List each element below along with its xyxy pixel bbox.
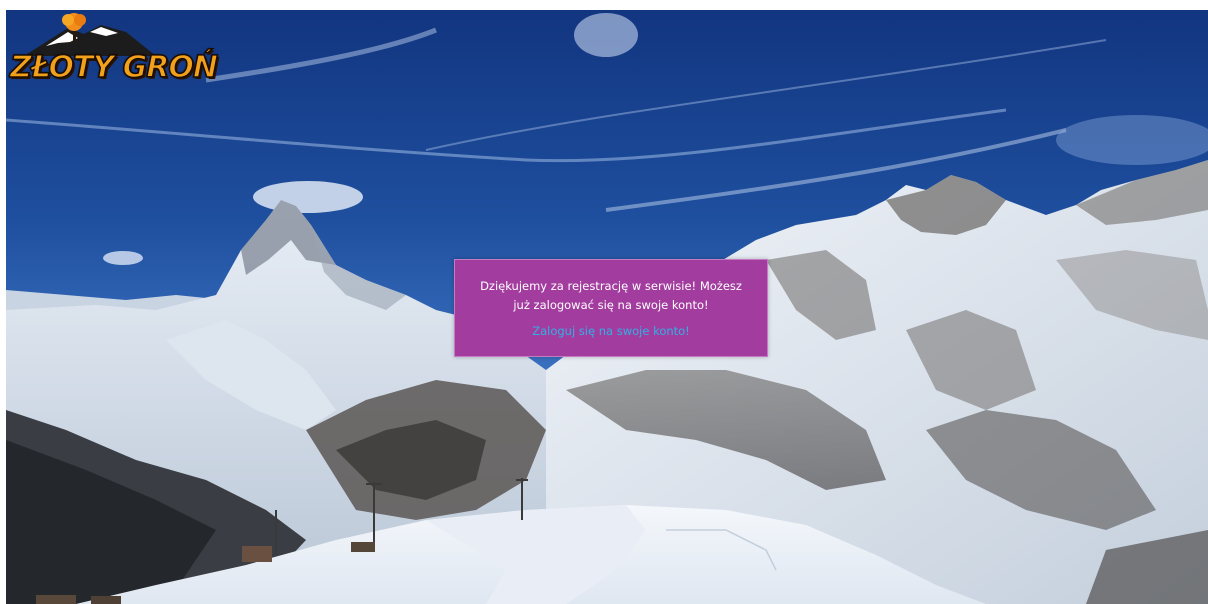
logo-text: ZŁOTY GROŃ xyxy=(9,49,218,86)
registration-success-message: Dziękujemy za rejestrację w serwisie! Mo… xyxy=(480,279,742,312)
login-link[interactable]: Zaloguj się na swoje konto! xyxy=(532,324,690,338)
registration-success-dialog: Dziękujemy za rejestrację w serwisie! Mo… xyxy=(454,259,768,357)
logo[interactable]: ZŁOTY GROŃ xyxy=(6,10,219,86)
page-frame: ZŁOTY GROŃ Dziękujemy za rejestrację w s… xyxy=(6,10,1208,604)
